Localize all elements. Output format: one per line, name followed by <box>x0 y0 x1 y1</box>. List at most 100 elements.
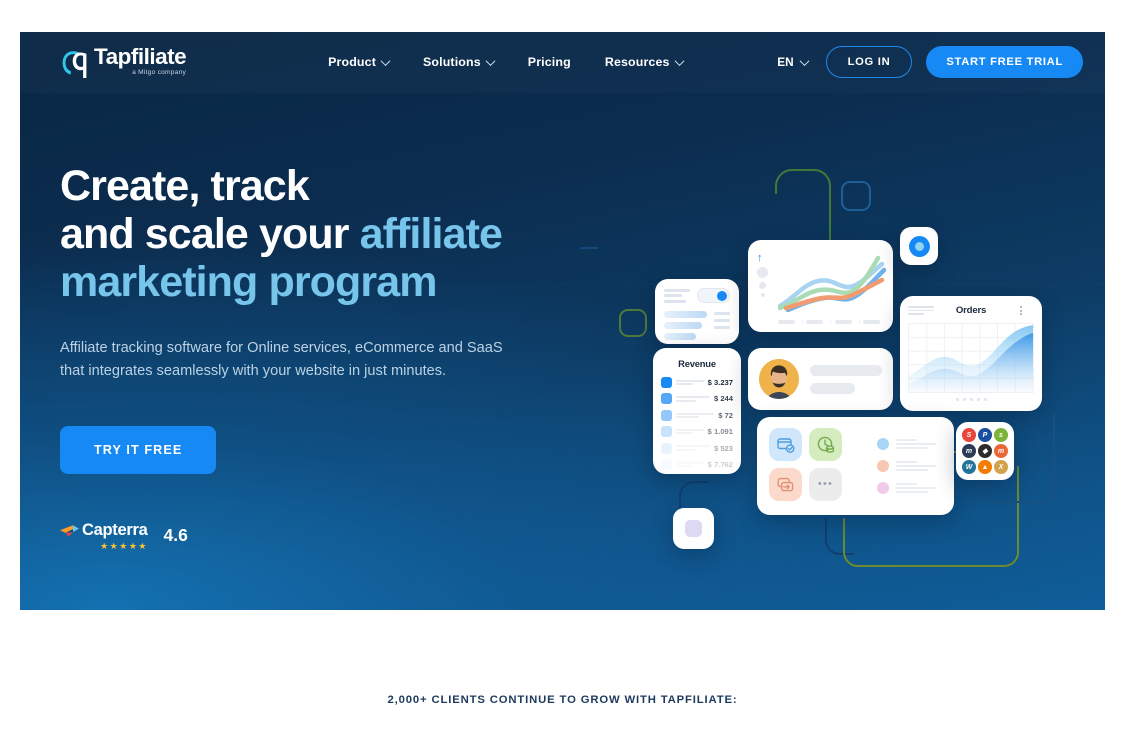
revenue-row: $ 3.237 <box>661 377 733 388</box>
orders-meta-lines <box>908 305 934 316</box>
multi-line-chart <box>778 255 887 312</box>
star-icon: ★ <box>119 540 128 551</box>
capterra-badge[interactable]: Capterra ★ ★ ★ ★ ★ <box>60 520 148 551</box>
revenue-row: $ 523 <box>661 442 733 454</box>
hero-illustration: ↑ Revenue $ 3.237 $ 244 $ 72 $ 1.091 $ 5… <box>580 152 1080 572</box>
headline-line-2-accent: affiliate <box>359 210 503 259</box>
language-selector[interactable]: EN <box>773 49 811 75</box>
headline-line-2-plain: and scale your <box>60 210 360 259</box>
settings-toggle-card <box>655 279 739 344</box>
revenue-row: $ 72 <box>661 409 733 421</box>
profile-placeholder-bars <box>810 364 882 394</box>
revenue-value: $ 3.237 <box>707 378 733 387</box>
star-icon: ★ <box>100 540 109 551</box>
more-dots-icon[interactable]: ••• <box>809 468 842 501</box>
clock-coins-icon[interactable] <box>809 428 842 461</box>
integration-shopify-icon: s <box>994 428 1008 442</box>
hero-subcopy: Affiliate tracking software for Online s… <box>60 340 503 379</box>
brand-tagline: a Mitgo company <box>132 69 187 77</box>
more-dots-glyph: ••• <box>817 478 834 490</box>
orders-area-chart <box>908 323 1034 393</box>
chevron-down-icon <box>674 55 685 66</box>
nav-item-solutions-label: Solutions <box>422 55 481 69</box>
main-navigation: Tapfiliate a Mitgo company Product Solut… <box>20 32 1105 92</box>
star-icon: ★ <box>109 540 118 551</box>
action-tiles: ••• <box>769 428 842 504</box>
revenue-value: $ 523 <box>713 443 733 453</box>
login-button[interactable]: LOG IN <box>825 46 913 78</box>
revenue-row: $ 7.762 <box>661 458 733 470</box>
chart-side-dots <box>757 267 768 297</box>
avatar <box>759 359 799 399</box>
integration-stripe-icon: S <box>962 428 976 442</box>
rating-value: 4.6 <box>163 525 188 546</box>
orders-pagination-dots[interactable] <box>908 398 1034 401</box>
chevron-down-icon <box>485 55 496 66</box>
start-free-trial-button[interactable]: START FREE TRIAL <box>926 46 1083 78</box>
toggle-switch[interactable] <box>697 288 730 303</box>
hero-headline: Create, track and scale your affiliate m… <box>60 162 600 306</box>
revenue-card: Revenue $ 3.237 $ 244 $ 72 $ 1.091 $ 523… <box>653 348 741 474</box>
nav-item-resources[interactable]: Resources <box>604 55 685 69</box>
orders-card-title: Orders <box>955 305 987 316</box>
star-icon: ★ <box>138 540 147 551</box>
integration-squarespace-icon: ◆ <box>978 444 992 458</box>
nav-links: Product Solutions Pricing Resources <box>328 55 685 69</box>
trend-chart-card: ↑ <box>748 240 893 332</box>
list-item <box>877 460 942 472</box>
revenue-card-title: Revenue <box>678 358 716 369</box>
revenue-value: $ 72 <box>718 410 733 420</box>
brand-name: Tapfiliate <box>94 43 187 69</box>
capterra-logo-icon <box>60 525 79 537</box>
nav-item-product[interactable]: Product <box>328 55 391 69</box>
revenue-value: $ 244 <box>713 394 733 404</box>
revenue-value: $ 1.091 <box>707 427 733 437</box>
target-circle-icon <box>908 235 930 257</box>
wallet-transfer-icon[interactable] <box>769 468 802 501</box>
placeholder-square-card <box>673 508 714 549</box>
clients-headline: 2,000+ CLIENTS CONTINUE TO GROW WITH TAP… <box>387 694 738 706</box>
integrations-card: S P s m ◆ m W ▲ X <box>956 422 1014 480</box>
try-it-free-button[interactable]: TRY IT FREE <box>60 425 217 474</box>
capterra-stars: ★ ★ ★ ★ ★ <box>60 540 147 551</box>
chevron-down-icon <box>799 55 810 66</box>
headline-line-3-accent: marketing program <box>60 258 437 307</box>
side-meta-lines <box>714 311 730 340</box>
hero-section: Tapfiliate a Mitgo company Product Solut… <box>20 32 1105 610</box>
nav-item-solutions[interactable]: Solutions <box>422 55 496 69</box>
capterra-wordmark: Capterra <box>82 520 148 539</box>
revenue-row: $ 244 <box>661 393 733 405</box>
nav-divider <box>20 92 1105 93</box>
placeholder-text-lines <box>664 288 690 303</box>
actions-card: ••• <box>757 417 954 515</box>
list-item <box>877 482 942 494</box>
revenue-rows: $ 3.237 $ 244 $ 72 $ 1.091 $ 523 $ 7.762 <box>661 377 733 470</box>
nav-item-pricing[interactable]: Pricing <box>528 55 571 69</box>
integration-magento-icon: m <box>994 444 1008 458</box>
revenue-row: $ 1.091 <box>661 426 733 438</box>
nav-item-resources-label: Resources <box>604 55 670 69</box>
capterra-rating: Capterra ★ ★ ★ ★ ★ 4.6 <box>60 521 600 551</box>
card-check-icon[interactable] <box>769 428 802 461</box>
integration-paypal-icon: P <box>978 428 992 442</box>
arrow-up-icon: ↑ <box>757 252 763 264</box>
integration-wordpress-icon: W <box>962 460 976 474</box>
language-selector-label: EN <box>777 55 794 69</box>
progress-bars <box>664 311 707 340</box>
nav-item-product-label: Product <box>328 55 376 69</box>
activity-list <box>855 428 942 504</box>
orders-card: Orders <box>900 296 1042 411</box>
headline-line-1: Create, track <box>60 162 310 210</box>
integration-xero-icon: X <box>994 460 1008 474</box>
target-badge-card <box>900 227 938 265</box>
revenue-value: $ 7.762 <box>707 459 733 469</box>
page-root: Tapfiliate a Mitgo company Product Solut… <box>0 0 1125 750</box>
brand-logo[interactable]: Tapfiliate a Mitgo company <box>60 43 187 79</box>
kebab-menu-icon[interactable] <box>1008 305 1034 316</box>
integration-mailchimp-icon: m <box>962 444 976 458</box>
hero-copy: Create, track and scale your affiliate m… <box>60 162 600 551</box>
nav-actions: EN LOG IN START FREE TRIAL <box>773 46 1083 78</box>
star-icon: ★ <box>128 540 137 551</box>
tapfiliate-logo-icon <box>62 51 87 79</box>
lavender-square-icon <box>685 520 702 537</box>
